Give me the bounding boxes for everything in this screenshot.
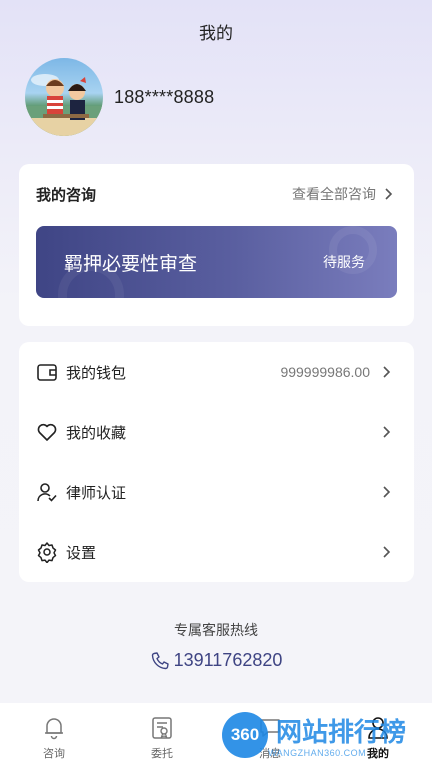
menu-item-wallet[interactable]: 我的钱包 999999986.00	[19, 342, 414, 402]
bell-icon	[45, 718, 63, 740]
consultation-item-status: 待服务	[323, 254, 365, 270]
phone-icon	[151, 651, 169, 669]
wallet-balance: 999999986.00	[280, 364, 370, 380]
profile-icon	[368, 717, 388, 739]
avatar[interactable]	[25, 58, 103, 136]
chevron-right-icon	[383, 486, 391, 498]
customer-service-hotline: 专属客服热线 13911762820	[0, 620, 432, 671]
tab-label: 咨询	[43, 748, 65, 760]
tab-entrust[interactable]: 委托	[108, 703, 216, 768]
menu-card: 我的钱包 999999986.00 我的收藏 律师认证 设置	[19, 342, 414, 582]
hotline-number-link[interactable]: 13911762820	[0, 650, 432, 671]
menu-item-settings[interactable]: 设置	[19, 522, 414, 582]
document-icon	[152, 717, 172, 739]
chevron-right-icon	[383, 426, 391, 438]
tab-label: 消息	[259, 748, 281, 760]
chevron-right-icon	[385, 188, 393, 200]
page-title: 我的	[199, 23, 233, 43]
user-verify-icon	[36, 481, 58, 503]
top-bar: 我的	[0, 0, 432, 62]
gear-icon	[36, 541, 58, 563]
menu-item-label: 我的收藏	[66, 424, 127, 442]
tab-mine[interactable]: 我的	[324, 703, 432, 768]
view-all-consultations-link[interactable]: 查看全部咨询	[292, 184, 396, 204]
message-icon	[260, 719, 280, 737]
menu-item-label: 律师认证	[66, 484, 127, 502]
consultation-item[interactable]: 羁押必要性审查 待服务	[36, 226, 397, 298]
bottom-tab-bar: 咨询 委托 消息 我的	[0, 703, 432, 768]
consultation-header: 我的咨询 查看全部咨询	[19, 164, 414, 224]
hotline-number: 13911762820	[173, 650, 283, 670]
hotline-caption: 专属客服热线	[174, 622, 258, 638]
chevron-right-icon	[383, 546, 391, 558]
tab-consult[interactable]: 咨询	[0, 703, 108, 768]
view-all-label: 查看全部咨询	[292, 186, 376, 202]
menu-item-favorites[interactable]: 我的收藏	[19, 402, 414, 462]
my-consultation-card: 我的咨询 查看全部咨询 羁押必要性审查 待服务	[19, 164, 414, 326]
profile-header: 188****8888	[25, 58, 214, 136]
menu-item-label: 我的钱包	[66, 364, 127, 382]
consultation-item-name: 羁押必要性审查	[64, 253, 198, 275]
user-phone: 188****8888	[114, 86, 215, 107]
heart-icon	[36, 421, 58, 443]
tab-label: 委托	[151, 748, 173, 760]
chevron-right-icon	[383, 366, 391, 378]
tab-label: 我的	[367, 748, 389, 760]
tab-messages[interactable]: 消息	[216, 703, 324, 768]
wallet-icon	[36, 361, 58, 383]
menu-item-label: 设置	[66, 544, 97, 562]
menu-item-lawyer-certification[interactable]: 律师认证	[19, 462, 414, 522]
consultation-title: 我的咨询	[36, 186, 97, 204]
